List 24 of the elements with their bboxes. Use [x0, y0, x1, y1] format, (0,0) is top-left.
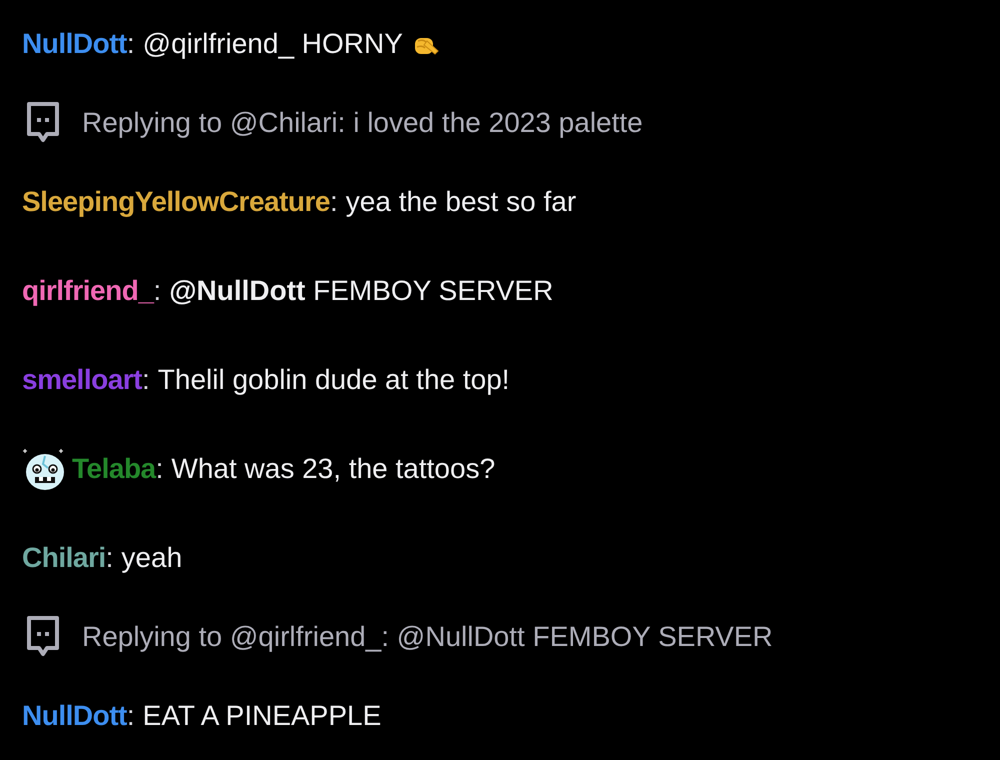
separator: :	[156, 452, 164, 486]
reply-context: Replying to @qirlfriend_: @NullDott FEMBOY SERVER	[82, 620, 773, 654]
separator: :	[142, 362, 150, 397]
message-text: @NullDott FEMBOY SERVER	[169, 274, 554, 308]
username[interactable]: SleepingYellowCreature	[22, 181, 330, 224]
message-text: What was 23, the tattoos?	[171, 452, 496, 486]
separator: :	[153, 274, 162, 308]
username[interactable]: Telaba	[72, 448, 156, 490]
separator: :	[126, 27, 135, 62]
username[interactable]: qirlfriend_	[22, 270, 154, 312]
username[interactable]: Chilari	[22, 536, 106, 579]
message-text: yeah	[121, 540, 182, 575]
message-text: EAT A PINEAPPLE	[142, 698, 382, 733]
separator: :	[126, 698, 135, 733]
chat-bubble-icon	[26, 614, 60, 659]
reply-context: Replying to @Chilari: i loved the 2023 palette	[82, 106, 643, 140]
separator: :	[106, 540, 114, 575]
username[interactable]: NullDott	[22, 23, 127, 66]
separator: :	[330, 185, 338, 220]
username[interactable]: NullDott	[22, 694, 127, 737]
username[interactable]: smelloart	[22, 358, 142, 401]
message-text: @qirlfriend_ HORNY	[142, 27, 403, 62]
message-text: Thelil goblin dude at the top!	[158, 362, 510, 397]
message-text: yea the best so far	[346, 185, 576, 220]
